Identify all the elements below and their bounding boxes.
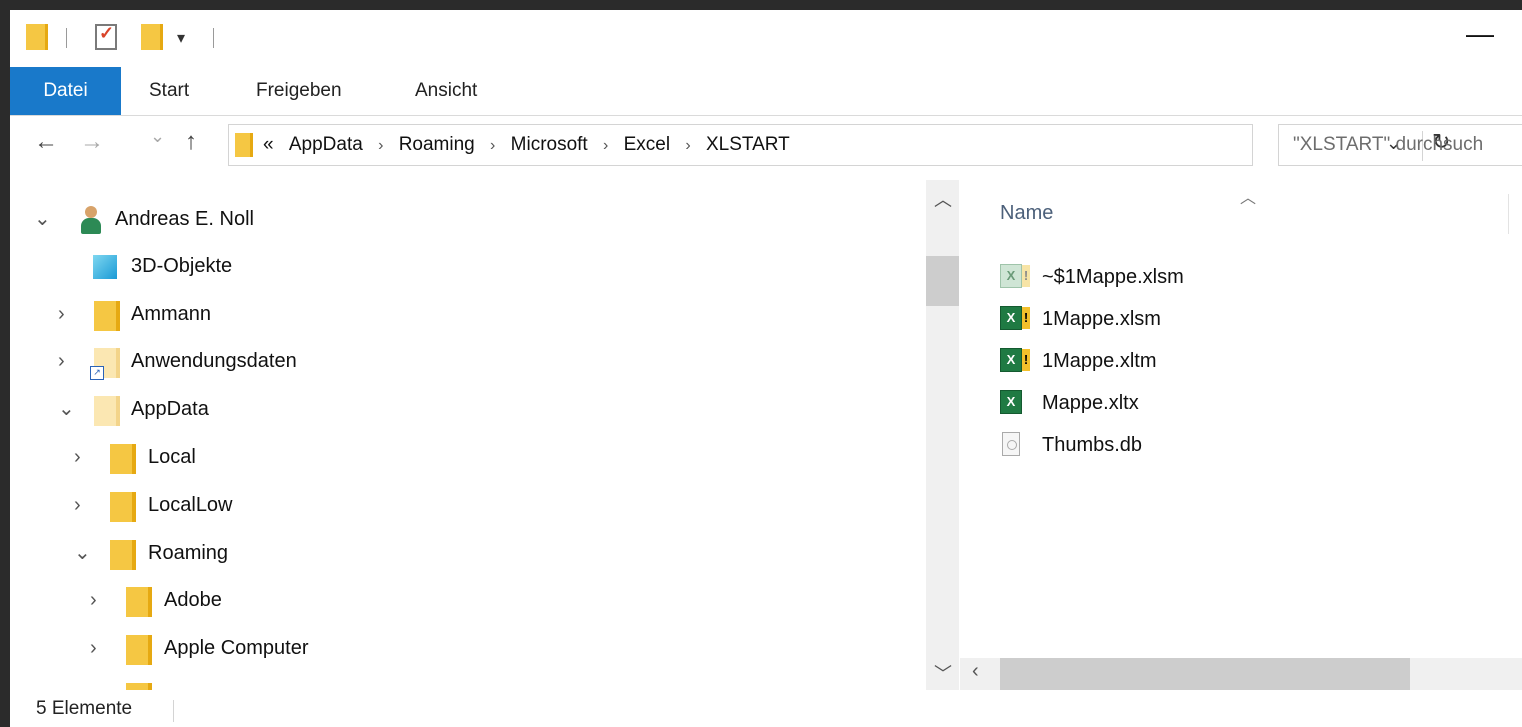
folder-icon bbox=[126, 683, 152, 690]
tree-scrollbar[interactable]: ︿ ﹀ bbox=[926, 180, 959, 690]
file-list-scrollbar[interactable]: ‹ bbox=[960, 658, 1522, 690]
scroll-down-icon[interactable]: ﹀ bbox=[934, 660, 952, 686]
tree-item-label: LocalLow bbox=[148, 494, 233, 516]
tree-item-locallow[interactable]: › LocalLow bbox=[10, 482, 910, 528]
toolbar-divider bbox=[213, 28, 214, 48]
chevron-right-icon[interactable]: › bbox=[58, 338, 65, 384]
chevron-right-icon[interactable]: › bbox=[378, 137, 383, 154]
scrollbar-thumb[interactable] bbox=[1000, 658, 1410, 690]
new-folder-icon[interactable] bbox=[141, 24, 163, 50]
navigation-tree: ⌄ Andreas E. Noll 3D-Objekte › Ammann › … bbox=[10, 180, 925, 690]
user-icon bbox=[80, 206, 102, 234]
recent-locations-icon[interactable]: ⌄ bbox=[150, 126, 165, 147]
tab-freigeben[interactable]: Freigeben bbox=[256, 67, 342, 115]
search-input[interactable]: "XLSTART" durchsuch bbox=[1278, 124, 1522, 166]
breadcrumb-excel[interactable]: Excel bbox=[624, 134, 670, 155]
chevron-right-icon[interactable]: › bbox=[90, 625, 97, 671]
db-file-icon bbox=[1002, 432, 1020, 456]
breadcrumb: « AppData › Roaming › Microsoft › Excel … bbox=[263, 125, 790, 167]
chevron-right-icon[interactable]: › bbox=[90, 577, 97, 623]
tree-item-3d-objekte[interactable]: 3D-Objekte bbox=[10, 243, 910, 289]
tree-item-label: Anwendungsdaten bbox=[131, 350, 297, 372]
folder-icon bbox=[110, 540, 136, 570]
breadcrumb-roaming[interactable]: Roaming bbox=[399, 134, 475, 155]
folder-icon bbox=[126, 635, 152, 665]
breadcrumb-overflow[interactable]: « bbox=[263, 134, 274, 155]
folder-icon bbox=[126, 587, 152, 617]
navigation-bar: ← → ⌄ ↑ « AppData › Roaming › Microsoft … bbox=[10, 116, 1522, 174]
explorer-window: ✓ ▾ — Datei Start Freigeben Ansicht ← → … bbox=[10, 10, 1522, 727]
tree-item-anwendungsdaten[interactable]: › ↗ Anwendungsdaten bbox=[10, 338, 910, 384]
up-arrow-icon[interactable]: ↑ bbox=[185, 128, 197, 156]
column-divider[interactable] bbox=[1508, 194, 1509, 234]
ribbon-tabs: Datei Start Freigeben Ansicht bbox=[10, 67, 1522, 116]
tree-item-label: Roaming bbox=[148, 542, 229, 564]
tree-item-andreas[interactable]: ⌄ Andreas E. Noll bbox=[10, 196, 910, 242]
tree-item-adobe[interactable]: › Adobe bbox=[10, 577, 910, 623]
excel-template-macro-icon: X! bbox=[1000, 348, 1030, 372]
chevron-down-icon[interactable]: ⌄ bbox=[34, 196, 51, 242]
file-name: 1Mappe.xlsm bbox=[1042, 308, 1161, 330]
back-arrow-icon[interactable]: ← bbox=[34, 128, 58, 156]
folder-icon[interactable] bbox=[26, 24, 48, 50]
tree-item-label: 3D-Objekte bbox=[131, 255, 233, 277]
minimize-button[interactable]: — bbox=[1460, 16, 1500, 56]
cube-icon bbox=[93, 255, 117, 279]
tree-item-label: Apple Computer bbox=[164, 637, 309, 659]
tree-item-label: Ammann bbox=[131, 303, 212, 325]
folder-icon bbox=[110, 492, 136, 522]
tree-item-appdata[interactable]: ⌄ AppData bbox=[10, 386, 910, 432]
scroll-left-icon[interactable]: ‹ bbox=[972, 660, 979, 683]
address-bar[interactable]: « AppData › Roaming › Microsoft › Excel … bbox=[228, 124, 1450, 167]
item-count: 5 Elemente bbox=[36, 698, 133, 719]
tree-item-apple-computer[interactable]: › Apple Computer bbox=[10, 625, 910, 671]
status-divider bbox=[173, 700, 174, 722]
chevron-right-icon[interactable]: › bbox=[58, 291, 65, 337]
folder-icon bbox=[235, 133, 253, 157]
tab-ansicht[interactable]: Ansicht bbox=[415, 67, 477, 115]
tree-item-local[interactable]: › Local bbox=[10, 434, 910, 480]
tree-item-label: Local bbox=[148, 446, 196, 468]
scrollbar-thumb[interactable] bbox=[926, 256, 959, 306]
file-list: ︿ Name X! ~$1Mappe.xlsm X! 1Mappe.xlsm X… bbox=[960, 180, 1522, 658]
breadcrumb-appdata[interactable]: AppData bbox=[289, 134, 363, 155]
toolbar-divider bbox=[66, 28, 67, 48]
chevron-down-icon[interactable]: ⌄ bbox=[74, 530, 91, 576]
forward-arrow-icon[interactable]: → bbox=[80, 128, 104, 156]
sort-ascending-icon: ︿ bbox=[1240, 190, 1257, 207]
breadcrumb-microsoft[interactable]: Microsoft bbox=[511, 134, 588, 155]
folder-shortcut-icon: ↗ bbox=[90, 348, 120, 380]
properties-icon[interactable]: ✓ bbox=[95, 23, 117, 50]
tab-start[interactable]: Start bbox=[149, 67, 189, 115]
breadcrumb-xlstart[interactable]: XLSTART bbox=[706, 134, 790, 155]
chevron-right-icon[interactable]: › bbox=[74, 482, 81, 528]
tree-item-ammann[interactable]: › Ammann bbox=[10, 291, 910, 337]
file-name: ~$1Mappe.xlsm bbox=[1042, 266, 1184, 288]
customize-dropdown-icon[interactable]: ▾ bbox=[177, 28, 185, 48]
excel-macro-icon: X! bbox=[1000, 264, 1030, 288]
chevron-right-icon[interactable]: › bbox=[603, 137, 608, 154]
tree-item-partial bbox=[10, 673, 910, 690]
folder-icon bbox=[94, 396, 120, 426]
file-name: Thumbs.db bbox=[1042, 434, 1143, 456]
chevron-right-icon[interactable]: › bbox=[685, 137, 690, 154]
tree-item-label: AppData bbox=[131, 398, 209, 420]
file-name: 1Mappe.xltm bbox=[1042, 350, 1157, 372]
column-header-name[interactable]: Name bbox=[1000, 202, 1053, 225]
chevron-right-icon[interactable]: › bbox=[74, 434, 81, 480]
excel-macro-icon: X! bbox=[1000, 306, 1030, 330]
status-bar: 5 Elemente bbox=[10, 690, 1522, 727]
chevron-right-icon[interactable]: › bbox=[490, 137, 495, 154]
scroll-up-icon[interactable]: ︿ bbox=[934, 186, 952, 212]
tree-item-label: Adobe bbox=[164, 589, 222, 611]
folder-icon bbox=[110, 444, 136, 474]
tab-datei[interactable]: Datei bbox=[10, 67, 121, 115]
tree-item-roaming[interactable]: ⌄ Roaming bbox=[10, 530, 910, 576]
folder-icon bbox=[94, 301, 120, 331]
title-bar: ✓ ▾ — bbox=[10, 10, 1522, 66]
chevron-down-icon[interactable]: ⌄ bbox=[58, 386, 75, 432]
file-name: Mappe.xltx bbox=[1042, 392, 1139, 414]
excel-template-icon: X bbox=[1000, 390, 1022, 414]
tree-item-label: Andreas E. Noll bbox=[115, 208, 254, 230]
